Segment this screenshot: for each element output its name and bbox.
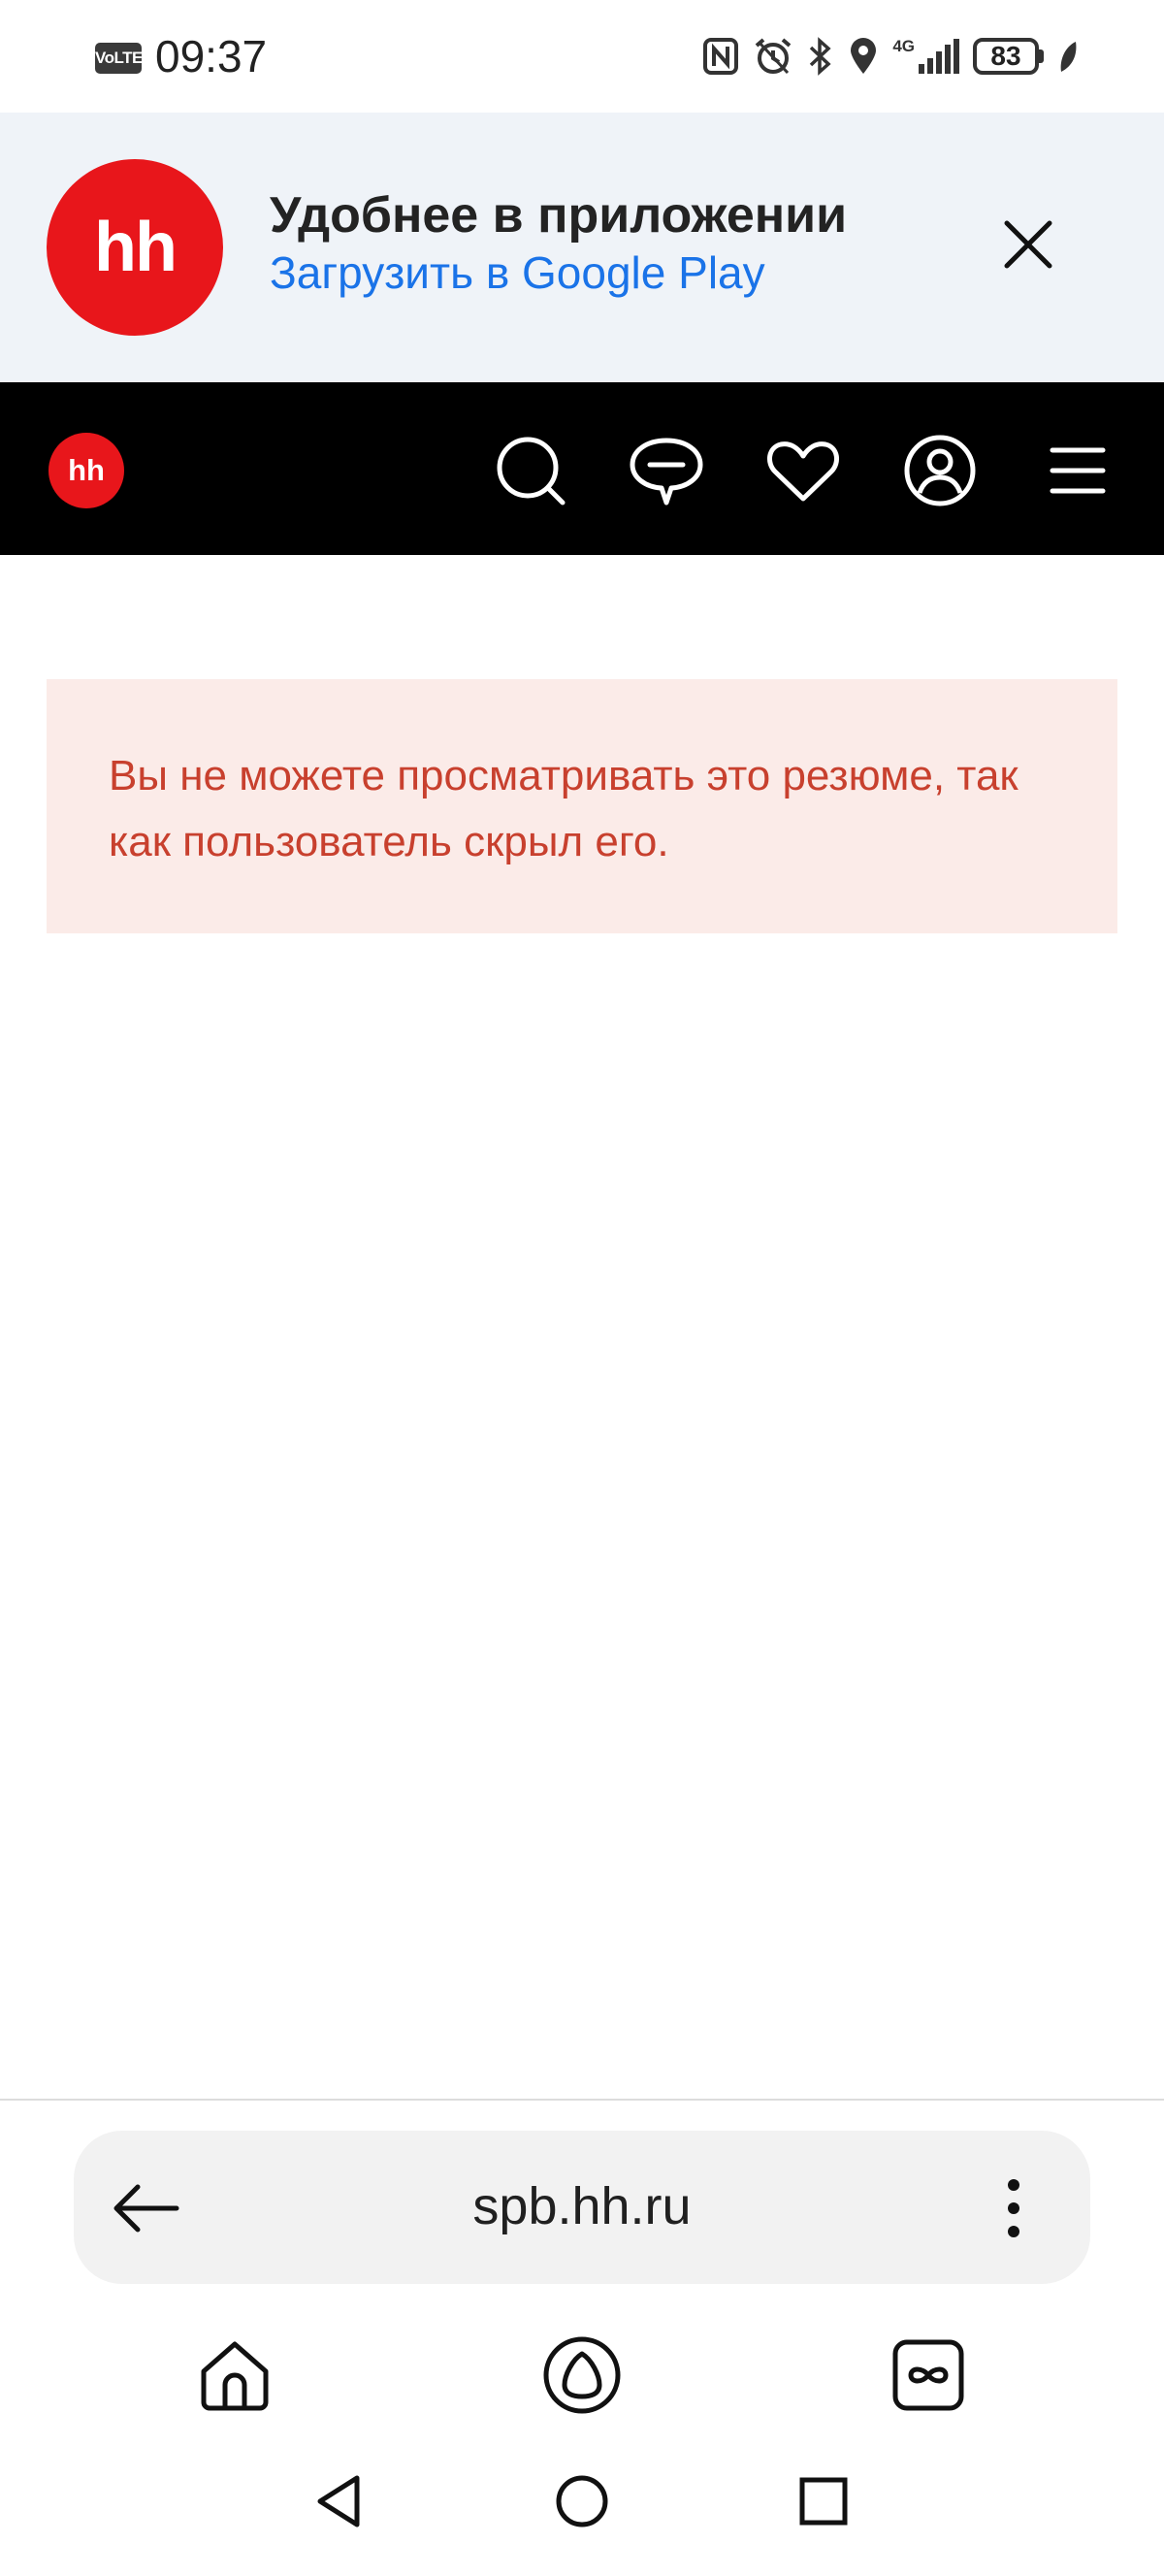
back-triangle-icon[interactable] [310,2472,369,2530]
home-icon[interactable] [194,2334,275,2416]
hidden-resume-alert: Вы не можете просматривать это резюме, т… [47,679,1117,933]
status-icons: 4G 83 [702,35,1079,78]
google-play-link[interactable]: Загрузить в Google Play [270,245,765,301]
battery-level: 83 [973,38,1039,75]
battery-icon: 83 [973,38,1044,75]
chat-icon[interactable] [629,433,704,508]
leaf-icon [1060,42,1077,72]
recents-square-icon[interactable] [794,2472,853,2530]
top-navbar [0,382,1164,555]
banner-title: Удобнее в приложении [270,187,848,244]
location-icon [851,38,877,74]
volte-icon: VoLTE [95,43,143,74]
more-vertical-icon[interactable] [999,2171,1028,2245]
status-time: 09:37 [155,31,268,82]
hh-logo-small[interactable]: hh [48,433,124,508]
heart-icon[interactable] [765,433,841,508]
arrow-left-icon[interactable] [109,2171,182,2245]
close-icon[interactable] [999,215,1057,274]
profile-icon[interactable] [902,433,978,508]
tabs-icon[interactable] [888,2334,969,2416]
alert-text: Вы не можете просматривать это резюме, т… [109,752,1018,865]
signal-icon: 4G [892,37,959,76]
home-circle-icon[interactable] [553,2472,611,2530]
network-label: 4G [892,37,915,55]
search-icon[interactable] [493,433,568,508]
divider [0,2099,1164,2101]
menu-icon[interactable] [1039,433,1115,508]
assistant-icon[interactable] [541,2334,623,2416]
bluetooth-icon [810,37,831,76]
nfc-icon [703,38,739,75]
url-text[interactable]: spb.hh.ru [291,2169,873,2243]
alarm-icon [756,38,792,75]
hh-logo: hh [47,159,223,336]
